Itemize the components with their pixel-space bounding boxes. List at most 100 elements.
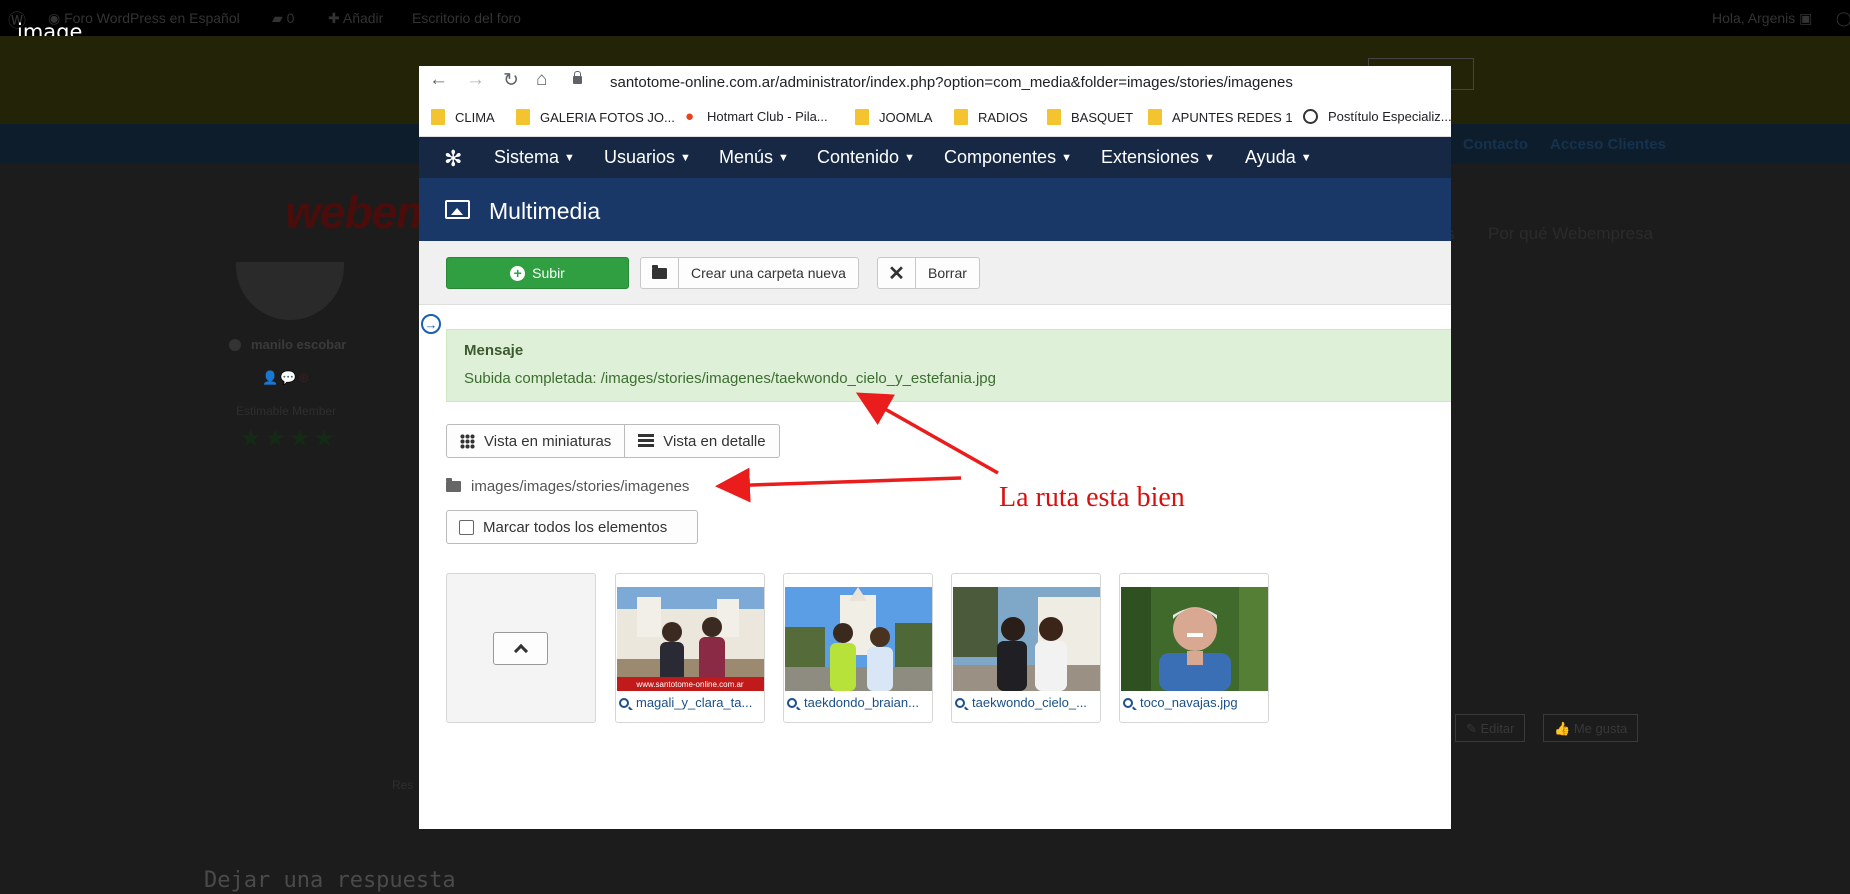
success-message: Mensaje Subida completada: /images/stori… xyxy=(446,329,1451,402)
folder-icon xyxy=(855,109,869,125)
page-title: Multimedia xyxy=(489,198,601,224)
online-status-icon xyxy=(229,339,241,351)
caret-down-icon: ▼ xyxy=(1061,152,1072,164)
menu-ayuda[interactable]: Ayuda ▼ xyxy=(1245,147,1312,168)
bookmark-galeria[interactable]: GALERIA FOTOS JO... xyxy=(516,109,675,125)
magnifier-icon xyxy=(955,697,965,708)
new-folder-button[interactable]: Crear una carpeta nueva xyxy=(640,257,859,289)
reload-icon[interactable]: ↻ xyxy=(503,69,519,92)
comments-link[interactable]: ▰ 0 xyxy=(272,10,294,27)
folder-icon xyxy=(431,109,445,125)
caret-down-icon: ▼ xyxy=(1300,152,1312,164)
caret-down-icon: ▼ xyxy=(680,152,691,164)
nav-clients[interactable]: Acceso Clientes xyxy=(1550,136,1666,153)
grid-icon xyxy=(460,433,475,449)
menu-componentes[interactable]: Componentes ▼ xyxy=(944,147,1072,168)
menu-usuarios[interactable]: Usuarios ▼ xyxy=(604,147,691,168)
wp-admin-bar: Ⓦ ◉ Foro WordPress en Español ▰ 0 ✚ Añad… xyxy=(0,0,1850,36)
bookmark-basquet[interactable]: BASQUET xyxy=(1047,109,1133,125)
bookmark-clima[interactable]: CLIMA xyxy=(431,109,495,125)
embedded-screenshot: ← → ↻ ⌂ santotome-online.com.ar/administ… xyxy=(419,66,1451,829)
select-all-button[interactable]: Marcar todos los elementos xyxy=(446,510,698,544)
menu-contenido[interactable]: Contenido ▼ xyxy=(817,147,915,168)
nav-contact[interactable]: Contacto xyxy=(1463,136,1528,153)
folder-open-icon xyxy=(652,264,667,279)
folder-icon xyxy=(954,109,968,125)
page-header: Multimedia xyxy=(419,178,1451,241)
user-name[interactable]: manilo escobar xyxy=(251,337,346,352)
image-icon xyxy=(445,200,470,219)
like-button[interactable]: 👍 Me gusta xyxy=(1543,714,1639,742)
file-name-link[interactable]: magali_y_clara_ta... xyxy=(616,695,764,710)
folder-icon xyxy=(516,109,530,125)
sidebar-toggle-icon[interactable]: → xyxy=(421,314,441,334)
plus-circle-icon: + xyxy=(510,265,526,281)
folder-icon xyxy=(1148,109,1162,125)
joomla-admin-menu: ✻ Sistema ▼ Usuarios ▼ Menús ▼ Contenido ▼ C… xyxy=(419,137,1451,178)
delete-button[interactable]: ✕ Borrar xyxy=(877,257,980,289)
photo-watermark: www.santotome-online.com.ar xyxy=(635,680,743,689)
globe-icon xyxy=(1303,109,1318,124)
add-new-link[interactable]: ✚ Añadir xyxy=(328,10,383,27)
search-icon[interactable]: ◯ xyxy=(1836,10,1850,27)
reply-heading: Dejar una respuesta xyxy=(204,868,456,893)
current-folder-path: images/images/stories/imagenes xyxy=(446,478,689,495)
chevron-up-icon xyxy=(513,643,528,659)
thumbnail-view-button[interactable]: Vista en miniaturas xyxy=(446,424,626,458)
edit-button[interactable]: ✎ Editar xyxy=(1455,714,1526,742)
flame-icon: ● xyxy=(685,108,695,125)
select-all-checkbox[interactable] xyxy=(459,519,474,535)
media-item[interactable]: www.santotome-online.com.ar magali_y_cla… xyxy=(615,573,765,723)
forward-arrow-icon[interactable]: → xyxy=(466,69,485,91)
close-icon: ✕ xyxy=(878,258,916,288)
forum-dashboard-link[interactable]: Escritorio del foro xyxy=(412,10,521,26)
home-icon[interactable]: ⌂ xyxy=(536,69,547,91)
background-text-res: Res xyxy=(392,778,414,792)
menu-extensiones[interactable]: Extensiones ▼ xyxy=(1101,147,1215,168)
magnifier-icon xyxy=(619,697,629,708)
media-item[interactable]: toco_navajas.jpg xyxy=(1119,573,1269,723)
menu-menus[interactable]: Menús ▼ xyxy=(719,147,789,168)
bookmarks-bar: CLIMA GALERIA FOTOS JO... ● Hotmart Club … xyxy=(419,98,1451,137)
bookmark-radios[interactable]: RADIOS xyxy=(954,109,1028,125)
url-field[interactable]: santotome-online.com.ar/administrator/in… xyxy=(610,74,1293,91)
bookmark-hotmart[interactable]: ● Hotmart Club - Pila... xyxy=(685,109,828,124)
thumbnail-image[interactable]: www.santotome-online.com.ar xyxy=(617,587,764,691)
joomla-logo-icon[interactable]: ✻ xyxy=(444,146,462,172)
folder-up-card[interactable] xyxy=(446,573,596,723)
account-menu[interactable]: Hola, Argenis ▣ xyxy=(1712,10,1812,27)
browser-address-bar: ← → ↻ ⌂ santotome-online.com.ar/administ… xyxy=(419,66,1451,98)
thumbnail-image[interactable] xyxy=(785,587,932,691)
lock-icon xyxy=(573,71,582,84)
file-name-link[interactable]: taekwondo_cielo_... xyxy=(952,695,1100,710)
upload-button[interactable]: + Subir xyxy=(446,257,629,289)
media-item[interactable]: taekdondo_braian... xyxy=(783,573,933,723)
menu-sistema[interactable]: Sistema ▼ xyxy=(494,147,575,168)
file-name-link[interactable]: toco_navajas.jpg xyxy=(1120,695,1268,710)
bookmark-postitulo[interactable]: Postítulo Especializ... xyxy=(1303,109,1451,124)
detail-view-button[interactable]: Vista en detalle xyxy=(625,424,780,458)
thumbnail-image[interactable] xyxy=(1121,587,1268,691)
bookmark-joomla[interactable]: JOOMLA xyxy=(855,109,932,125)
user-role: Estimable Member xyxy=(236,404,337,418)
nav-link-why[interactable]: Por qué Webempresa xyxy=(1488,224,1653,244)
file-name-link[interactable]: taekdondo_braian... xyxy=(784,695,932,710)
edit-icon: ✎ xyxy=(1466,721,1481,736)
caret-down-icon: ▼ xyxy=(904,152,915,164)
thumbnail-image[interactable] xyxy=(953,587,1100,691)
message-body: Subida completada: /images/stories/image… xyxy=(464,370,996,387)
back-arrow-icon[interactable]: ← xyxy=(429,69,448,91)
folder-up-button[interactable] xyxy=(493,632,548,665)
magnifier-icon xyxy=(787,697,797,708)
plus-icon: ✚ xyxy=(328,10,343,26)
media-item[interactable]: taekwondo_cielo_... xyxy=(951,573,1101,723)
caret-down-icon: ▼ xyxy=(778,152,789,164)
user-action-icons: 👤💬⊛ xyxy=(262,370,312,385)
list-icon xyxy=(638,434,655,448)
toolbar: + Subir Crear una carpeta nueva ✕ Borrar xyxy=(419,241,1451,305)
thumbs-up-icon: 👍 xyxy=(1554,721,1574,736)
folder-icon xyxy=(1047,109,1061,125)
avatar: ▣ xyxy=(1799,10,1813,26)
bookmark-apuntes[interactable]: APUNTES REDES 1 xyxy=(1148,109,1293,125)
magnifier-icon xyxy=(1123,697,1133,708)
